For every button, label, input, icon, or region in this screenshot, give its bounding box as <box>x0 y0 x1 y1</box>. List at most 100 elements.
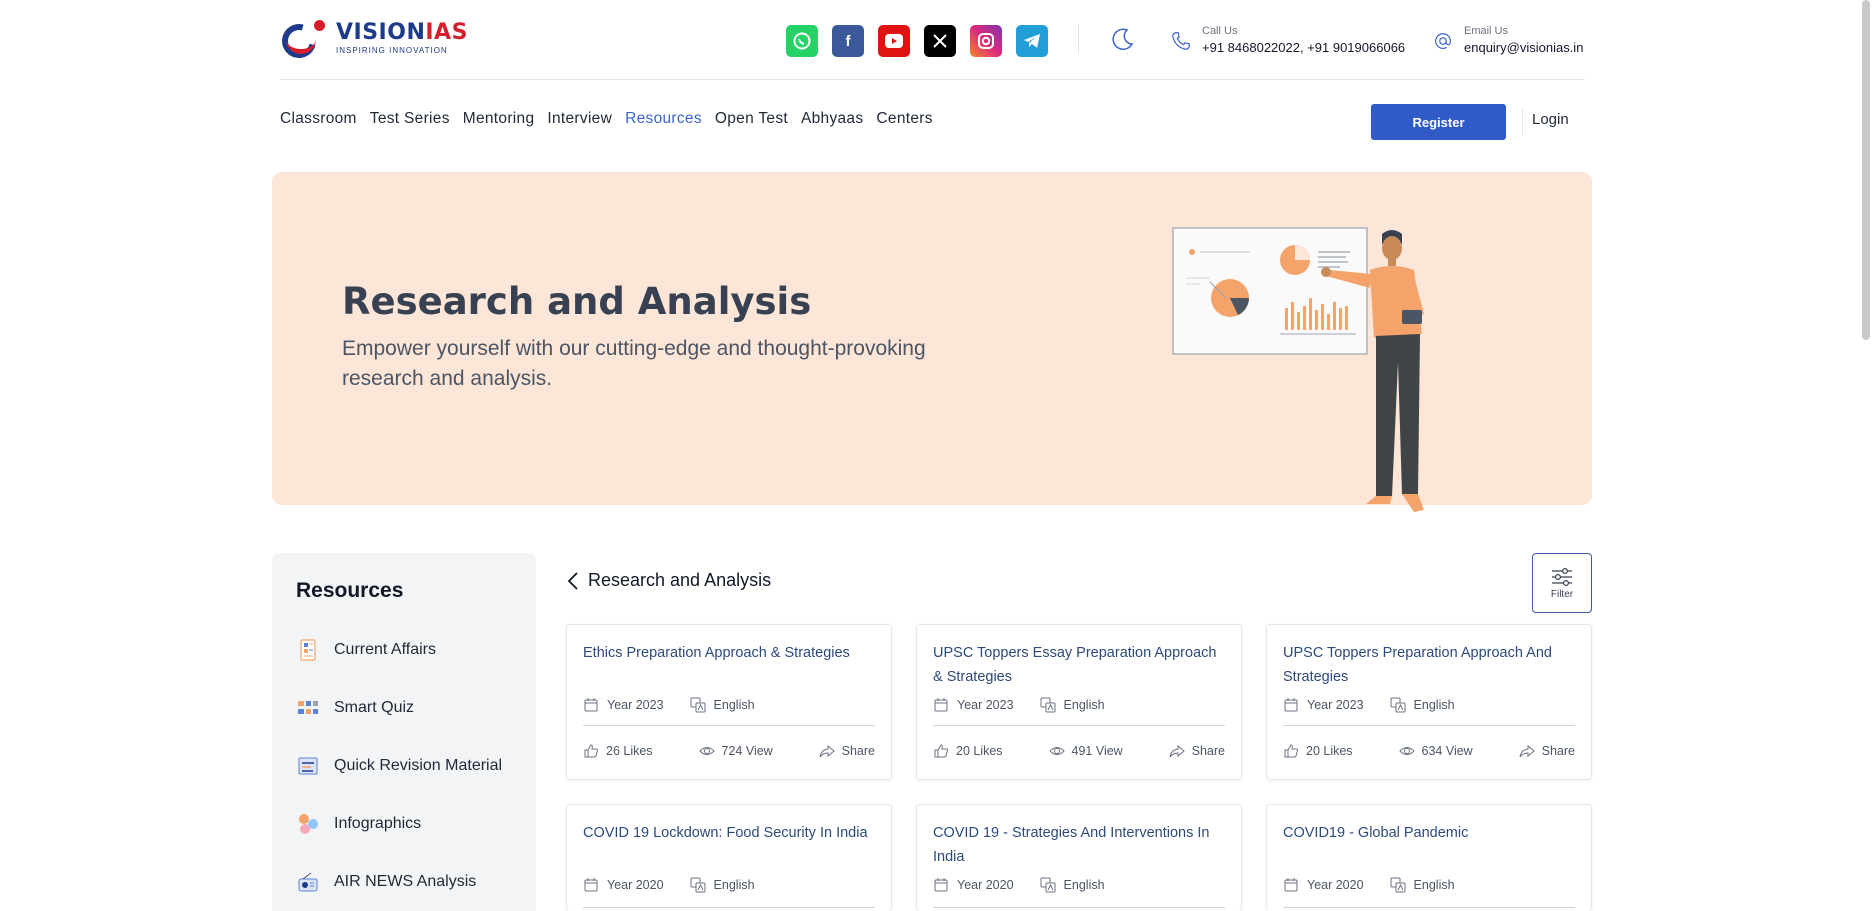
whatsapp-icon[interactable] <box>786 25 818 57</box>
email-value: enquiry@visionias.in <box>1464 40 1584 55</box>
calendar-icon <box>934 878 948 892</box>
divider <box>1522 108 1523 136</box>
card-year: Year 2020 <box>933 877 1014 893</box>
sidebar-item-label: Infographics <box>334 815 422 832</box>
sliders-icon <box>1552 567 1572 586</box>
card-title: UPSC Toppers Essay Preparation Approach … <box>933 645 1217 685</box>
calendar-icon <box>584 878 598 892</box>
section-title: Research and Analysis <box>588 570 772 590</box>
top-bar: VISIONIAS INSPIRING INNOVATION f Call Us… <box>275 0 1585 80</box>
sidebar-item-label: Quick Revision Material <box>334 757 503 774</box>
telegram-icon[interactable] <box>1016 25 1048 57</box>
card-title: UPSC Toppers Preparation Approach And St… <box>1283 645 1552 685</box>
main-nav: Classroom Test Series Mentoring Intervie… <box>280 110 933 128</box>
sidebar-item-smart-quiz[interactable]: Smart Quiz <box>296 696 414 720</box>
thumbs-up-icon <box>584 744 598 758</box>
sidebar-item-air-news[interactable]: AIR NEWS Analysis <box>296 870 476 894</box>
card-year: Year 2020 <box>583 877 664 893</box>
nav-open-test[interactable]: Open Test <box>715 110 788 128</box>
back-button[interactable]: Research and Analysis <box>566 570 771 591</box>
thumbs-up-icon <box>1284 744 1298 758</box>
phone-icon <box>1172 32 1190 50</box>
card-meta: Year 2020 English <box>933 877 1105 893</box>
nav-resources[interactable]: Resources <box>625 110 702 128</box>
card-meta: Year 2023 English <box>583 697 755 713</box>
card-stats: 26 Likes 724 View Share <box>583 743 875 759</box>
share-button[interactable]: Share <box>1169 743 1225 759</box>
register-button[interactable]: Register <box>1371 104 1506 140</box>
views-count: 491 View <box>1048 743 1123 759</box>
call-label: Call Us <box>1202 25 1238 37</box>
calendar-icon <box>1284 698 1298 712</box>
card-language: English <box>690 877 755 893</box>
infographics-icon <box>299 814 318 834</box>
divider <box>1078 24 1079 54</box>
call-us[interactable]: Call Us +91 8468022022, +91 9019066066 <box>1170 24 1405 58</box>
email-us[interactable]: Email Us enquiry@visionias.in <box>1432 24 1583 58</box>
share-button[interactable]: Share <box>819 743 875 759</box>
eye-icon <box>1048 747 1065 755</box>
nav-classroom[interactable]: Classroom <box>280 110 357 128</box>
nav-centers[interactable]: Centers <box>876 110 932 128</box>
instagram-icon[interactable] <box>970 25 1002 57</box>
sidebar-item-label: Current Affairs <box>334 641 436 658</box>
logo[interactable]: VISIONIAS INSPIRING INNOVATION <box>275 17 468 65</box>
page-title: Research and Analysis <box>342 280 812 323</box>
quiz-icon <box>298 701 318 714</box>
card-meta: Year 2023 English <box>1283 697 1455 713</box>
calendar-icon <box>1284 878 1298 892</box>
facebook-icon[interactable]: f <box>832 25 864 57</box>
card-language: English <box>1390 697 1455 713</box>
logo-name: VISIONIAS <box>336 20 468 45</box>
resources-sidebar: Resources Current Affairs Smart Quiz Qui… <box>272 553 536 911</box>
thumbs-up-icon <box>934 744 948 758</box>
sidebar-item-label: AIR NEWS Analysis <box>334 873 477 890</box>
card-language: English <box>690 697 755 713</box>
radio-icon <box>298 872 318 892</box>
card-language: English <box>1040 877 1105 893</box>
sidebar-item-infographics[interactable]: Infographics <box>296 812 421 836</box>
card-stats: 20 Likes 634 View Share <box>1283 743 1575 759</box>
nav-test-series[interactable]: Test Series <box>370 110 450 128</box>
share-icon <box>819 744 835 758</box>
page: VISIONIAS INSPIRING INNOVATION f Call Us… <box>0 0 1872 911</box>
sidebar-item-label: Smart Quiz <box>334 699 415 716</box>
translate-icon <box>1040 697 1056 713</box>
revision-icon <box>298 757 318 775</box>
like-button[interactable]: 26 Likes <box>583 743 653 759</box>
chevron-left-icon <box>567 571 578 590</box>
card-title: Ethics Preparation Approach & Strategies <box>583 645 850 661</box>
resource-card[interactable]: COVID 19 Lockdown: Food Security In Indi… <box>566 804 892 911</box>
translate-icon <box>690 877 706 893</box>
calendar-icon <box>934 698 948 712</box>
nav-interview[interactable]: Interview <box>547 110 612 128</box>
like-button[interactable]: 20 Likes <box>1283 743 1353 759</box>
filter-label: Filter <box>1550 588 1574 600</box>
resource-card[interactable]: COVID19 - Global Pandemic Year 2020 Engl… <box>1266 804 1592 911</box>
nav-mentoring[interactable]: Mentoring <box>463 110 535 128</box>
filter-button[interactable]: Filter <box>1532 553 1592 613</box>
like-button[interactable]: 20 Likes <box>933 743 1003 759</box>
dark-mode-moon-icon[interactable] <box>1110 26 1136 52</box>
resource-card[interactable]: Ethics Preparation Approach & Strategies… <box>566 624 892 780</box>
nav-abhyaas[interactable]: Abhyaas <box>801 110 863 128</box>
share-button[interactable]: Share <box>1519 743 1575 759</box>
resource-card[interactable]: UPSC Toppers Essay Preparation Approach … <box>916 624 1242 780</box>
share-icon <box>1519 744 1535 758</box>
call-value: +91 8468022022, +91 9019066066 <box>1202 40 1406 55</box>
card-meta: Year 2020 English <box>1283 877 1455 893</box>
sidebar-item-quick-revision[interactable]: Quick Revision Material <box>296 754 502 778</box>
sidebar-item-current-affairs[interactable]: Current Affairs <box>296 638 436 662</box>
resource-card[interactable]: UPSC Toppers Preparation Approach And St… <box>1266 624 1592 780</box>
views-count: 634 View <box>1398 743 1473 759</box>
x-twitter-icon[interactable] <box>924 25 956 57</box>
translate-icon <box>690 697 706 713</box>
login-button[interactable]: Login <box>1532 111 1569 128</box>
share-icon <box>1169 744 1185 758</box>
resource-card[interactable]: COVID 19 - Strategies And Interventions … <box>916 804 1242 911</box>
card-language: English <box>1390 877 1455 893</box>
page-scrollbar[interactable] <box>1862 0 1870 340</box>
card-title: COVID 19 - Strategies And Interventions … <box>933 825 1210 865</box>
email-label: Email Us <box>1464 25 1509 37</box>
youtube-icon[interactable] <box>878 25 910 57</box>
